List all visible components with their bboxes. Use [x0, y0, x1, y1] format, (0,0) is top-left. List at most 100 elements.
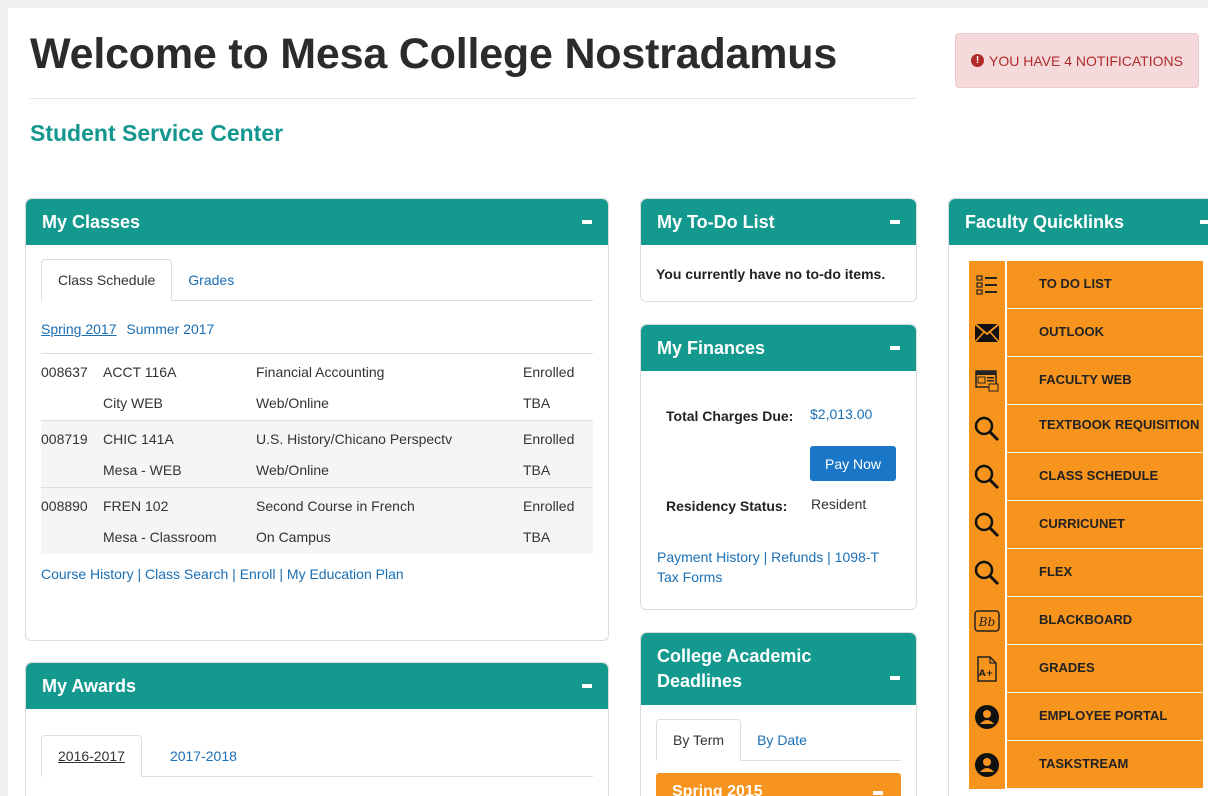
- crn: 008890: [41, 497, 88, 514]
- todo-empty-message: You currently have no to-do items.: [656, 266, 886, 282]
- quicklink-grades[interactable]: A+ GRADES: [969, 645, 1203, 693]
- svg-text:Bb: Bb: [978, 615, 996, 629]
- class-table: 008637 ACCT 116A Financial Accounting En…: [41, 353, 593, 554]
- finance-links[interactable]: Payment History | Refunds | 1098-T Tax F…: [657, 547, 879, 587]
- person-icon: [969, 693, 1007, 741]
- quicklink-blackboard[interactable]: Bb BLACKBOARD: [969, 597, 1203, 645]
- tab-by-term[interactable]: By Term: [656, 719, 742, 761]
- finance-links-line2[interactable]: Tax Forms: [657, 567, 879, 587]
- svg-text:A+: A+: [979, 669, 994, 679]
- quicklink-todo-list[interactable]: TO DO LIST: [969, 261, 1203, 309]
- checklist-icon: [969, 261, 1007, 309]
- finances-panel: My Finances Total Charges Due: $2,013.00…: [640, 324, 917, 610]
- collapse-icon[interactable]: [890, 676, 900, 680]
- magnifier-icon: [969, 405, 1007, 453]
- quicklink-label: OUTLOOK: [1007, 309, 1203, 357]
- tab-grades[interactable]: Grades: [172, 259, 250, 300]
- my-awards-header: My Awards: [26, 663, 608, 709]
- meeting-time: TBA: [523, 528, 551, 545]
- tab-2017-2018[interactable]: 2017-2018: [142, 735, 253, 776]
- tab-by-date[interactable]: By Date: [741, 719, 823, 760]
- link-education-plan[interactable]: My Education Plan: [287, 566, 404, 582]
- title-divider: [30, 98, 916, 99]
- my-awards-panel: My Awards 2016-2017 2017-2018: [25, 662, 609, 796]
- quicklink-label: TASKSTREAM: [1007, 741, 1203, 789]
- quicklink-label: BLACKBOARD: [1007, 597, 1203, 645]
- pay-now-button[interactable]: Pay Now: [810, 446, 896, 481]
- quicklink-class-schedule[interactable]: CLASS SCHEDULE: [969, 453, 1203, 501]
- link-course-history[interactable]: Course History: [41, 566, 134, 582]
- term-spring-2017[interactable]: Spring 2017: [41, 321, 117, 337]
- web-page-icon: [969, 357, 1007, 405]
- link-enroll[interactable]: Enroll: [240, 566, 276, 582]
- todo-panel: My To-Do List You currently have no to-d…: [640, 198, 917, 302]
- notifications-label: YOU HAVE 4 NOTIFICATIONS: [989, 52, 1183, 69]
- page: Welcome to Mesa College Nostradamus ! YO…: [8, 8, 1208, 796]
- deadlines-title-line2: Deadlines: [657, 671, 743, 691]
- quicklink-curricunet[interactable]: CURRICUNET: [969, 501, 1203, 549]
- location: Mesa - Classroom: [103, 528, 217, 545]
- quicklink-outlook[interactable]: OUTLOOK: [969, 309, 1203, 357]
- table-row: 008637 ACCT 116A Financial Accounting En…: [41, 353, 593, 420]
- my-classes-header: My Classes: [26, 199, 608, 245]
- notifications-button[interactable]: ! YOU HAVE 4 NOTIFICATIONS: [955, 33, 1199, 88]
- term-selector: Spring 2017 Summer 2017: [26, 301, 608, 353]
- quicklink-taskstream[interactable]: TASKSTREAM: [969, 741, 1203, 789]
- collapse-icon[interactable]: [873, 791, 883, 795]
- envelope-icon: [969, 309, 1007, 357]
- finances-title: My Finances: [657, 337, 766, 358]
- quicklink-label: GRADES: [1007, 645, 1203, 693]
- table-row: 008719 CHIC 141A U.S. History/Chicano Pe…: [41, 420, 593, 487]
- person-icon: [969, 741, 1007, 789]
- quicklinks-title: Faculty Quicklinks: [965, 211, 1125, 232]
- finance-links-line1[interactable]: Payment History | Refunds | 1098-T: [657, 547, 879, 567]
- quicklink-label: EMPLOYEE PORTAL: [1007, 693, 1203, 741]
- total-charges-value: $2,013.00: [810, 406, 873, 422]
- collapse-icon[interactable]: [890, 346, 900, 350]
- my-awards-title: My Awards: [42, 675, 137, 696]
- quicklinks-panel: Faculty Quicklinks TO DO LIST OUTLOOK FA…: [948, 198, 1208, 796]
- blackboard-icon: Bb: [969, 597, 1007, 645]
- course-code: FREN 102: [103, 497, 169, 514]
- my-classes-footer-links: Course History | Class Search | Enroll |…: [41, 566, 404, 582]
- my-classes-tabs: Class Schedule Grades: [41, 259, 593, 301]
- meeting-time: TBA: [523, 394, 551, 411]
- tab-2016-2017[interactable]: 2016-2017: [41, 735, 142, 777]
- my-classes-title: My Classes: [42, 211, 141, 232]
- magnifier-icon: [969, 501, 1007, 549]
- deadlines-title-line1: College Academic: [657, 646, 812, 666]
- quicklink-label: CLASS SCHEDULE: [1007, 453, 1203, 501]
- course-code: ACCT 116A: [103, 363, 177, 380]
- link-class-search[interactable]: Class Search: [145, 566, 228, 582]
- enrollment-status: Enrolled: [523, 430, 575, 447]
- course-title: Financial Accounting: [256, 363, 385, 380]
- finances-header: My Finances: [641, 325, 916, 371]
- quicklink-label: FLEX: [1007, 549, 1203, 597]
- total-charges-label: Total Charges Due:: [666, 408, 794, 424]
- quicklinks-header: Faculty Quicklinks: [949, 199, 1208, 245]
- delivery-mode: Web/Online: [256, 394, 329, 411]
- quicklink-employee-portal[interactable]: EMPLOYEE PORTAL: [969, 693, 1203, 741]
- magnifier-icon: [969, 549, 1007, 597]
- quicklink-label: CURRICUNET: [1007, 501, 1203, 549]
- tab-class-schedule[interactable]: Class Schedule: [41, 259, 173, 301]
- deadlines-tabs: By Term By Date: [656, 719, 901, 761]
- quicklink-faculty-web[interactable]: FACULTY WEB: [969, 357, 1203, 405]
- term-accordion-header[interactable]: Spring 2015: [656, 773, 901, 796]
- crn: 008719: [41, 430, 88, 447]
- collapse-icon[interactable]: [582, 684, 592, 688]
- collapse-icon[interactable]: [582, 220, 592, 224]
- quicklink-textbook-requisition[interactable]: TEXTBOOK REQUISITION: [969, 405, 1203, 453]
- enrollment-status: Enrolled: [523, 497, 575, 514]
- course-title: Second Course in French: [256, 497, 415, 514]
- quicklink-flex[interactable]: FLEX: [969, 549, 1203, 597]
- collapse-icon[interactable]: [1200, 220, 1208, 224]
- term-summer-2017[interactable]: Summer 2017: [126, 321, 214, 337]
- quicklink-label: TEXTBOOK REQUISITION: [1007, 405, 1203, 453]
- magnifier-icon: [969, 453, 1007, 501]
- my-classes-panel: My Classes Class Schedule Grades Spring …: [25, 198, 609, 641]
- todo-title: My To-Do List: [657, 211, 775, 232]
- quicklink-label: FACULTY WEB: [1007, 357, 1203, 405]
- delivery-mode: Web/Online: [256, 461, 329, 478]
- collapse-icon[interactable]: [890, 220, 900, 224]
